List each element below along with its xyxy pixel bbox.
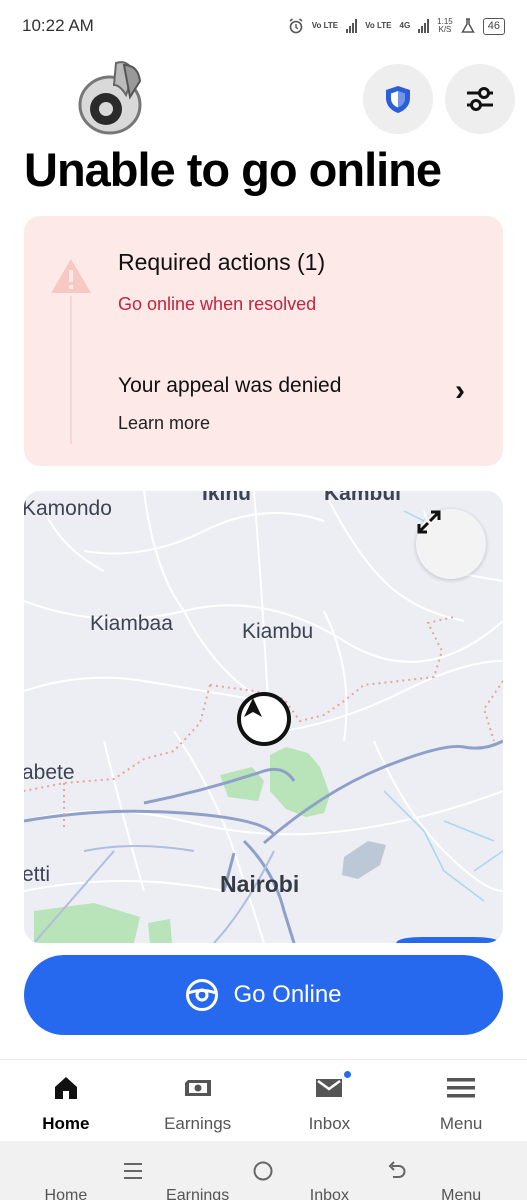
nav-menu[interactable]: Menu — [395, 1060, 527, 1141]
ghost-label-inbox: Inbox — [309, 1187, 349, 1200]
steering-wheel-icon — [186, 979, 219, 1011]
menu-icon — [447, 1072, 476, 1104]
system-recents-button[interactable] — [118, 1157, 148, 1185]
nav-home-label: Home — [42, 1114, 90, 1133]
appeal-denied-title[interactable]: Your appeal was denied — [118, 374, 341, 398]
back-icon — [388, 1161, 406, 1178]
network-speed: 1.15 K/S — [437, 18, 453, 34]
page-title: Unable to go online — [24, 143, 442, 196]
system-back-button[interactable] — [381, 1157, 411, 1185]
preferences-button[interactable] — [445, 64, 515, 134]
required-actions-subtitle: Go online when resolved — [118, 294, 317, 314]
expand-arrows-icon — [417, 510, 441, 534]
map-label-etti: etti — [24, 863, 51, 886]
bottom-nav: Home Earnings Inbox Menu — [0, 1059, 527, 1141]
navigation-arrow-icon — [244, 698, 262, 717]
earnings-icon — [184, 1072, 212, 1104]
app-logo — [76, 55, 148, 135]
recents-icon — [124, 1163, 142, 1179]
map-view[interactable]: Ikinu Kambui Kamondo Kiambaa Kiambu abet… — [24, 491, 503, 943]
status-time: 10:22 AM — [22, 16, 94, 35]
ghost-label-home: Home — [44, 1187, 88, 1200]
map-label-abete: abete — [24, 761, 75, 784]
chevron-right-icon[interactable]: › — [455, 374, 465, 408]
map-label-ikinu: Ikinu — [202, 491, 252, 505]
flask-icon — [460, 18, 475, 33]
warning-icon — [51, 259, 91, 293]
map-label-kiambaa: Kiambaa — [90, 612, 173, 635]
learn-more-link[interactable]: Learn more — [118, 413, 210, 434]
nav-home[interactable]: Home — [0, 1060, 132, 1141]
status-bar: 10:22 AM Vo LTE Vo LTE 4G 1.15 K/S 46 — [0, 0, 527, 52]
nav-inbox[interactable]: Inbox — [264, 1060, 396, 1141]
network-type: 4G — [399, 21, 411, 30]
network-2: Vo LTE — [365, 21, 392, 30]
nav-earnings-label: Earnings — [164, 1114, 232, 1133]
map-label-kiambu: Kiambu — [242, 620, 314, 643]
nav-inbox-label: Inbox — [308, 1114, 351, 1133]
signal-icon — [346, 19, 358, 33]
expand-map-button[interactable] — [416, 509, 486, 579]
nav-menu-label: Menu — [439, 1114, 483, 1133]
battery-indicator: 46 — [482, 17, 505, 35]
shield-icon — [386, 86, 410, 113]
status-icons: Vo LTE Vo LTE 4G 1.15 K/S 46 — [288, 17, 505, 35]
alarm-icon — [289, 18, 303, 34]
go-online-label: Go Online — [233, 981, 342, 1008]
system-home-button[interactable] — [248, 1157, 278, 1185]
signal-icon-2 — [418, 19, 430, 33]
sliders-icon — [467, 87, 493, 111]
map-label-kamondo: Kamondo — [24, 497, 112, 520]
nav-earnings[interactable]: Earnings — [132, 1060, 264, 1141]
current-location-marker — [237, 692, 291, 746]
required-actions-card: Required actions (1) Go online when reso… — [24, 216, 503, 466]
map-label-nairobi: Nairobi — [220, 871, 300, 897]
ghost-label-menu: Menu — [441, 1187, 482, 1200]
go-online-button[interactable]: Go Online — [24, 955, 503, 1035]
ghost-nav-labels: Home Earnings Inbox Menu — [0, 1187, 527, 1200]
speed-unit: K/S — [438, 25, 452, 34]
inbox-icon — [315, 1072, 343, 1104]
map-label-kambui: Kambui — [324, 491, 402, 505]
safety-toolkit-button[interactable] — [363, 64, 433, 134]
inbox-unread-badge — [341, 1069, 353, 1080]
network-1: Vo LTE — [311, 21, 339, 30]
required-actions-title: Required actions (1) — [118, 249, 326, 275]
timeline-line — [70, 296, 72, 444]
ghost-label-earnings: Earnings — [166, 1187, 230, 1200]
home-icon — [53, 1072, 79, 1104]
system-nav-bar: Home Earnings Inbox Menu — [0, 1141, 527, 1200]
home-circle-icon — [253, 1161, 273, 1181]
